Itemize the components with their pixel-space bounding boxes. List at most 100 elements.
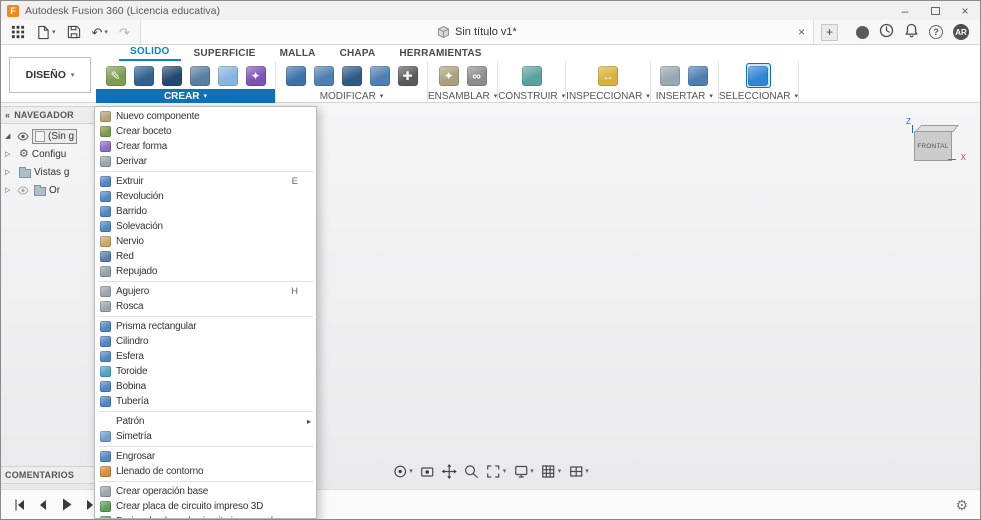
pan-button[interactable]	[441, 464, 457, 479]
menu-item[interactable]: Cilindro	[95, 334, 316, 349]
canvas[interactable]: « NAVEGADOR ◢ (Sin g ▷ ⚙ Configu ▷ Vista…	[1, 103, 980, 519]
close-tab-button[interactable]: ×	[798, 20, 805, 44]
user-avatar[interactable]: AR	[953, 24, 969, 40]
look-at-button[interactable]	[420, 464, 435, 479]
visibility-eye-icon[interactable]	[17, 131, 29, 141]
canvas-image-tool[interactable]	[686, 63, 711, 88]
menu-item[interactable]: Toroide	[95, 364, 316, 379]
create-form-tool[interactable]: ✦	[243, 63, 268, 88]
construct-plane-tool[interactable]	[519, 63, 544, 88]
menu-item[interactable]: Patrón	[95, 414, 316, 429]
new-component-tool[interactable]: ✦	[436, 63, 461, 88]
insert-derive-tool[interactable]	[658, 63, 683, 88]
menu-item[interactable]: Nuevo componente	[95, 109, 316, 124]
menu-item[interactable]: Extruir E	[95, 174, 316, 189]
navigator-header[interactable]: « NAVEGADOR	[1, 106, 95, 124]
fit-button[interactable]: ▾	[486, 464, 506, 479]
menu-item[interactable]: Crear placa de circuito impreso 3D	[95, 499, 316, 514]
joint-tool[interactable]: ∞	[464, 63, 489, 88]
shell-tool[interactable]	[339, 63, 364, 88]
menu-item[interactable]: Esfera	[95, 349, 316, 364]
maximize-button[interactable]	[920, 1, 950, 20]
save-button[interactable]	[67, 25, 81, 39]
menu-item[interactable]: Llenado de contorno	[95, 464, 316, 482]
workspace-selector-button[interactable]: DISEÑO ▾	[9, 57, 91, 93]
menu-item[interactable]: Barrido	[95, 204, 316, 219]
expand-arrow-icon[interactable]: ▷	[5, 168, 14, 176]
extrude-tool[interactable]	[131, 63, 156, 88]
menu-item[interactable]: Red	[95, 249, 316, 264]
zoom-button[interactable]	[464, 464, 479, 479]
viewcube-front-face[interactable]: FRONTAL	[914, 131, 952, 161]
menu-item[interactable]: Nervio	[95, 234, 316, 249]
expand-arrow-icon[interactable]: ▷	[5, 150, 14, 158]
menu-item[interactable]: Solevación	[95, 219, 316, 234]
seleccionar-menu-button[interactable]: SELECCIONAR ▾	[719, 89, 798, 103]
ribbon-tab[interactable]: CHAPA	[329, 48, 387, 61]
menu-item[interactable]: Prisma rectangular	[95, 319, 316, 334]
comments-header[interactable]: COMENTARIOS	[1, 466, 95, 484]
expand-arrow-icon[interactable]: ◢	[5, 132, 14, 140]
select-tool[interactable]	[745, 63, 771, 88]
menu-item[interactable]: Revolución	[95, 189, 316, 204]
menu-item[interactable]: Derivar	[95, 154, 316, 172]
menu-item[interactable]: Bobina	[95, 379, 316, 394]
ribbon-tab[interactable]: MALLA	[269, 48, 327, 61]
close-button[interactable]: ×	[950, 1, 980, 20]
redo-button[interactable]: ↷	[119, 26, 130, 39]
minimize-button[interactable]: –	[890, 1, 920, 20]
notifications-button[interactable]	[904, 23, 919, 41]
menu-item[interactable]: Engrosar	[95, 449, 316, 464]
crear-menu-button[interactable]: CREAR ▾	[96, 89, 275, 103]
menu-item[interactable]: Crear boceto	[95, 124, 316, 139]
combine-tool[interactable]	[367, 63, 392, 88]
navigator-item[interactable]: ◢ (Sin g	[1, 128, 95, 144]
orbit-button[interactable]: ▾	[392, 464, 413, 479]
viewports-button[interactable]: ▾	[568, 464, 589, 479]
menu-item[interactable]: Crear operación base	[95, 484, 316, 499]
settings-gear-button[interactable]: ⚙	[955, 498, 968, 512]
menu-item[interactable]: Rosca	[95, 299, 316, 317]
ribbon-tab[interactable]: SUPERFICIE	[183, 48, 267, 61]
modificar-menu-button[interactable]: MODIFICAR ▾	[276, 89, 427, 103]
data-panel-button[interactable]	[11, 25, 25, 39]
move-copy-tool[interactable]: ✚	[395, 63, 420, 88]
ribbon-tab[interactable]: HERRAMIENTAS	[388, 48, 492, 61]
undo-button[interactable]: ↶ ▾	[92, 26, 108, 39]
help-icon[interactable]: ?	[929, 25, 943, 39]
ensamblar-menu-button[interactable]: ENSAMBLAR ▾	[428, 89, 497, 103]
menu-item[interactable]: Simetría	[95, 429, 316, 447]
sketch-dimension-tool[interactable]	[215, 63, 240, 88]
visibility-eye-icon[interactable]	[17, 185, 29, 195]
create-sketch-tool[interactable]: ✎	[103, 63, 128, 88]
menu-item[interactable]: Agujero H	[95, 284, 316, 299]
status-icon[interactable]	[856, 25, 869, 39]
insertar-menu-button[interactable]: INSERTAR ▾	[651, 89, 718, 103]
timeline-step-back-button[interactable]	[36, 498, 50, 512]
sweep-tool[interactable]	[187, 63, 212, 88]
viewcube[interactable]: Z FRONTAL X	[904, 117, 966, 169]
measure-tool[interactable]: ↔	[595, 63, 620, 88]
expand-arrow-icon[interactable]: ▷	[5, 186, 14, 194]
new-tab-button[interactable]: +	[821, 23, 838, 41]
fillet-tool[interactable]	[311, 63, 336, 88]
job-status-button[interactable]	[879, 23, 894, 41]
revolve-tool[interactable]	[159, 63, 184, 88]
timeline-play-button[interactable]	[59, 497, 74, 512]
menu-item[interactable]: Derivar la placa de circuito impreso des…	[95, 514, 316, 518]
menu-item[interactable]: Repujado	[95, 264, 316, 282]
menu-item[interactable]: Crear forma	[95, 139, 316, 154]
press-pull-tool[interactable]	[283, 63, 308, 88]
navigator-item[interactable]: ▷ Or	[1, 182, 95, 198]
inspeccionar-menu-button[interactable]: INSPECCIONAR ▾	[566, 89, 650, 103]
timeline-begin-button[interactable]	[13, 498, 27, 512]
document-tab[interactable]: Sin título v1* ×	[139, 20, 814, 44]
display-settings-button[interactable]: ▾	[513, 464, 534, 479]
construir-menu-button[interactable]: CONSTRUIR ▾	[498, 89, 565, 103]
ribbon-tab[interactable]: SOLIDO	[119, 46, 181, 61]
grid-snaps-button[interactable]: ▾	[541, 464, 561, 479]
navigator-item[interactable]: ▷ Vistas g	[1, 164, 95, 180]
navigator-item[interactable]: ▷ ⚙ Configu	[1, 146, 95, 162]
menu-item[interactable]: Tubería	[95, 394, 316, 412]
file-menu-button[interactable]: ▾	[36, 25, 56, 40]
